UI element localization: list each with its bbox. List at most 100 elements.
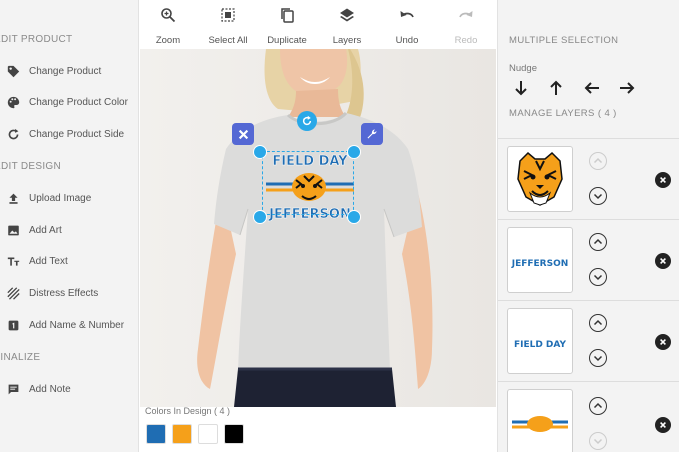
add-text-label: Add Text [29, 255, 68, 267]
layer-field-day-move-down-button[interactable] [589, 349, 607, 367]
layer-thumbnail-field-day: FIELD DAY [507, 308, 573, 374]
resize-handle-top-right[interactable] [347, 145, 361, 159]
color-swatch-white[interactable] [198, 424, 218, 444]
layer-tiger-move-down-button[interactable] [589, 187, 607, 205]
add-note-item[interactable]: Add Note [6, 379, 71, 399]
model-tshirt-photo [140, 49, 496, 407]
rotate-icon [6, 127, 20, 141]
nudge-up-button[interactable] [547, 79, 565, 97]
select-all-button[interactable]: Select All [200, 7, 256, 46]
redo-button[interactable]: Redo [438, 7, 494, 46]
layer-row-jefferson[interactable]: JEFFERSON [498, 219, 679, 301]
rotate-handle[interactable] [297, 111, 317, 131]
layers-label: Layers [332, 35, 362, 46]
palette-icon [6, 95, 20, 109]
add-art-item[interactable]: Add Art [6, 220, 62, 240]
colors-in-design-label: Colors In Design ( 4 ) [145, 406, 231, 416]
layer-row-stripes[interactable] [498, 381, 679, 452]
layer-thumbnail-stripes [507, 389, 573, 452]
finalize-heading: FINALIZE [0, 352, 41, 363]
texture-icon [6, 286, 20, 300]
edit-product-heading: EDIT PRODUCT [0, 34, 73, 45]
resize-handle-bottom-right[interactable] [347, 210, 361, 224]
layer-jefferson-move-down-button[interactable] [589, 268, 607, 286]
close-icon [660, 422, 666, 428]
redo-icon [458, 7, 474, 28]
add-name-number-item[interactable]: Add Name & Number [6, 315, 124, 335]
layer-field-day-delete-button[interactable] [655, 334, 671, 350]
right-panel: MULTIPLE SELECTION Nudge MANAGE LAYERS (… [497, 0, 679, 452]
layer-field-day-move-up-button[interactable] [589, 314, 607, 332]
upload-icon [6, 191, 20, 205]
add-name-number-label: Add Name & Number [29, 319, 125, 331]
text-icon [6, 254, 20, 268]
selection-box[interactable] [262, 151, 354, 215]
duplicate-label: Duplicate [267, 35, 307, 46]
chevron-up-icon [593, 157, 603, 164]
layers-icon [339, 7, 355, 28]
layer-jefferson-move-up-button[interactable] [589, 233, 607, 251]
close-icon [660, 258, 666, 264]
design-canvas[interactable]: FIELD DAY JEFFERSON [140, 49, 496, 407]
close-icon [238, 129, 248, 139]
change-product-item[interactable]: Change Product [6, 61, 101, 81]
edit-design-heading: EDIT DESIGN [0, 161, 62, 172]
color-swatch-black[interactable] [224, 424, 244, 444]
select-all-icon [220, 7, 236, 28]
change-product-color-label: Change Product Color [29, 96, 128, 108]
nudge-down-button[interactable] [512, 79, 530, 97]
delete-selection-button[interactable] [232, 123, 254, 145]
color-swatch-blue[interactable] [146, 424, 166, 444]
color-swatch-orange[interactable] [172, 424, 192, 444]
zoom-in-icon [160, 7, 176, 28]
wrench-icon [367, 129, 377, 139]
distress-effects-item[interactable]: Distress Effects [6, 283, 98, 303]
resize-handle-bottom-left[interactable] [253, 210, 267, 224]
upload-image-item[interactable]: Upload Image [6, 188, 91, 208]
chevron-up-icon [593, 402, 603, 409]
multiple-selection-title: MULTIPLE SELECTION [509, 35, 619, 46]
nudge-left-button[interactable] [583, 79, 601, 97]
zoom-label: Zoom [155, 35, 181, 46]
layer-row-tiger[interactable] [498, 138, 679, 220]
close-icon [660, 339, 666, 345]
layer-stripes-move-down-button[interactable] [589, 432, 607, 450]
layer-jefferson-delete-button[interactable] [655, 253, 671, 269]
layer-field-day-text: FIELD DAY [514, 340, 567, 350]
layer-jefferson-text: JEFFERSON [511, 259, 569, 269]
note-icon [6, 382, 20, 396]
left-panel: EDIT PRODUCT Change Product Change Produ… [0, 0, 139, 452]
duplicate-button[interactable]: Duplicate [259, 7, 315, 46]
chevron-down-icon [593, 438, 603, 445]
chevron-up-icon [593, 319, 603, 326]
arrow-up-icon [550, 80, 562, 95]
upload-image-label: Upload Image [29, 192, 92, 204]
add-note-label: Add Note [29, 383, 71, 395]
arrow-right-icon [620, 82, 635, 94]
nudge-label: Nudge [509, 63, 537, 74]
undo-button[interactable]: Undo [379, 7, 435, 46]
close-icon [660, 177, 666, 183]
layer-tiger-delete-button[interactable] [655, 172, 671, 188]
layer-stripes-move-up-button[interactable] [589, 397, 607, 415]
layer-stripes-delete-button[interactable] [655, 417, 671, 433]
number-icon [6, 318, 20, 332]
undo-label: Undo [395, 35, 419, 46]
redo-label: Redo [454, 35, 478, 46]
rotate-icon [302, 115, 312, 126]
add-text-item[interactable]: Add Text [6, 251, 68, 271]
layer-thumbnail-jefferson: JEFFERSON [507, 227, 573, 293]
edit-settings-button[interactable] [361, 123, 383, 145]
layers-button[interactable]: Layers [319, 7, 375, 46]
change-product-side-item[interactable]: Change Product Side [6, 124, 124, 144]
undo-icon [399, 7, 415, 28]
layer-tiger-move-up-button[interactable] [589, 152, 607, 170]
chevron-down-icon [593, 274, 603, 281]
layer-row-field-day[interactable]: FIELD DAY [498, 300, 679, 382]
change-product-color-item[interactable]: Change Product Color [6, 92, 128, 112]
nudge-right-button[interactable] [618, 79, 636, 97]
zoom-button[interactable]: Zoom [140, 7, 196, 46]
resize-handle-top-left[interactable] [253, 145, 267, 159]
layer-thumbnail-tiger [507, 146, 573, 212]
arrow-down-icon [515, 81, 527, 96]
